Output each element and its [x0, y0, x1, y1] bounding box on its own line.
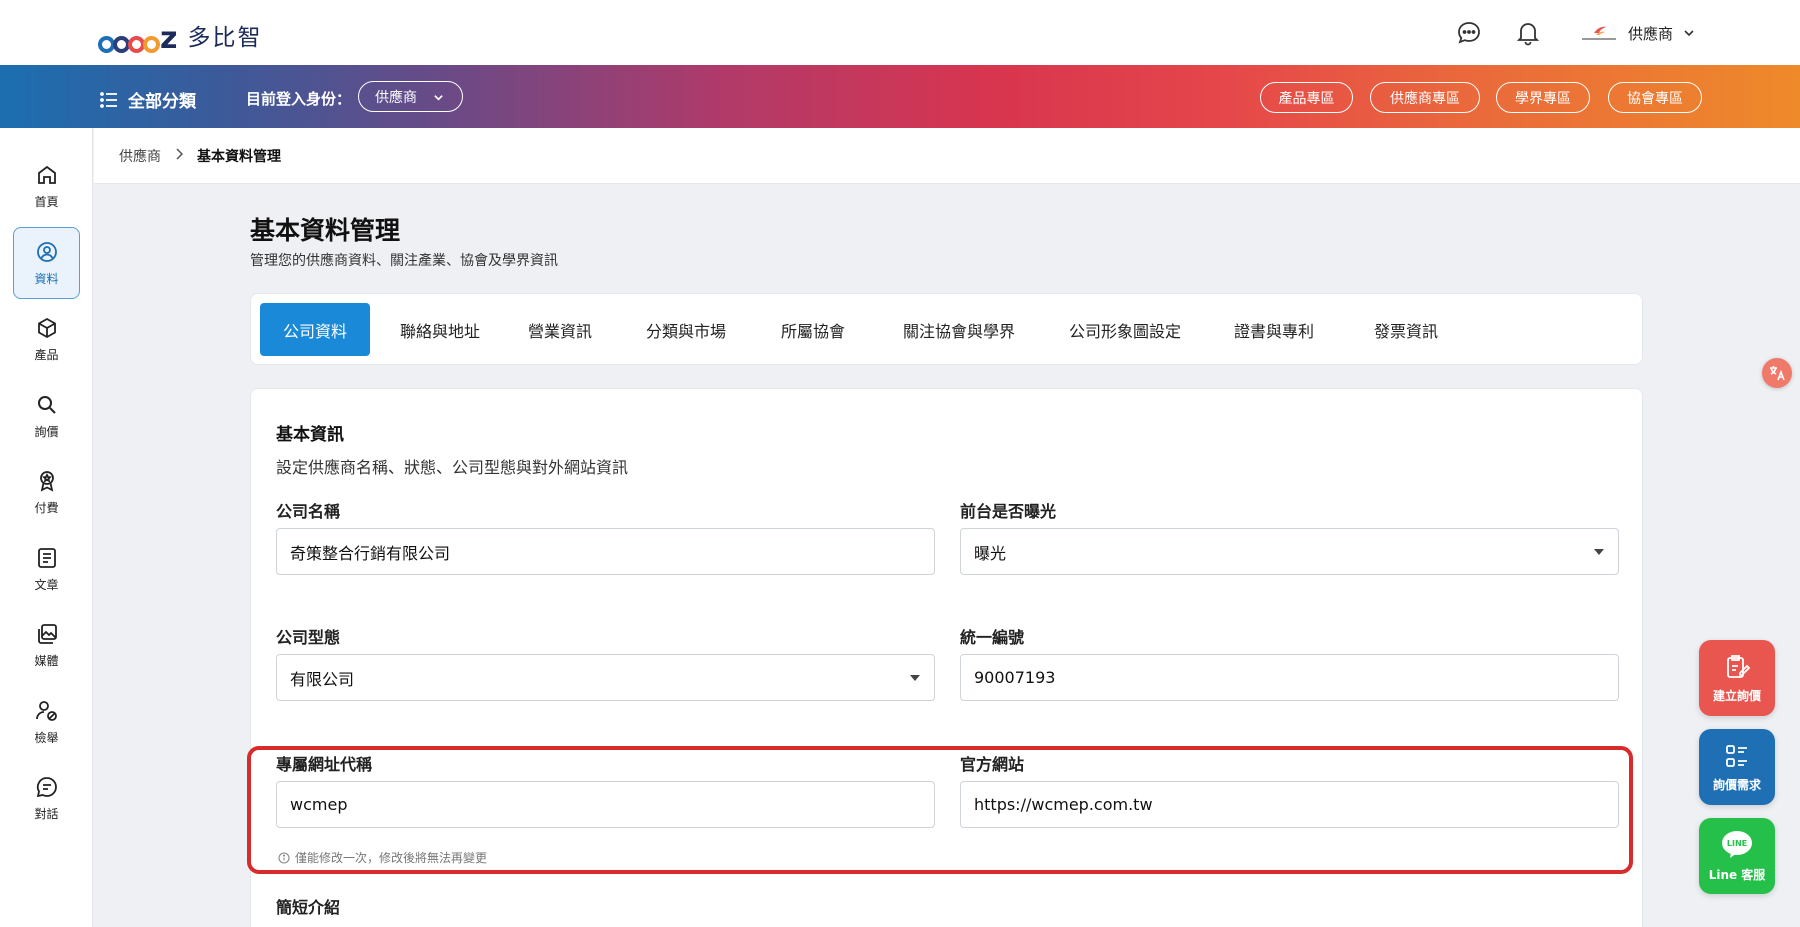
create-inquiry-button[interactable]: 建立詢價 [1699, 640, 1775, 716]
message-icon[interactable] [1455, 19, 1483, 47]
breadcrumb: 供應商 基本資料管理 [94, 128, 1800, 184]
chevron-right-icon [175, 147, 184, 164]
tab-business-info[interactable]: 營業資訊 [513, 303, 607, 356]
company-name-input[interactable]: 奇策整合行銷有限公司 [276, 528, 935, 575]
page-title: 基本資料管理 [250, 216, 401, 245]
inquiry-demand-label: 詢價需求 [1712, 777, 1761, 792]
section-title: 基本資訊 [276, 425, 344, 445]
tax-id-label: 統一編號 [960, 628, 1025, 647]
role-select[interactable]: 供應商 [358, 81, 463, 112]
sidebar-label: 資料 [34, 271, 59, 286]
sidebar-item-home[interactable]: 首頁 [13, 150, 80, 222]
nav-pill-associations[interactable]: 協會專區 [1608, 82, 1702, 113]
page-subtitle: 管理您的供應商資料、關注產業、協會及學界資訊 [250, 253, 558, 269]
dropdown-caret-icon [1594, 549, 1604, 555]
role-select-value: 供應商 [375, 89, 417, 106]
breadcrumb-parent[interactable]: 供應商 [119, 146, 161, 166]
sidebar-label: 首頁 [34, 194, 59, 209]
sidebar-label: 產品 [34, 347, 59, 362]
media-icon [37, 623, 57, 644]
report-user-icon [35, 700, 57, 721]
tab-company-image[interactable]: 公司形象圖設定 [1052, 303, 1198, 356]
sidebar-item-payment[interactable]: 付費 [13, 456, 80, 528]
sidebar-item-products[interactable]: 產品 [13, 303, 80, 375]
breadcrumb-current: 基本資料管理 [197, 148, 281, 165]
cube-icon [37, 317, 56, 338]
line-service-label: Line 客服 [1708, 867, 1766, 882]
tab-invoice[interactable]: 發票資訊 [1351, 303, 1461, 356]
company-name-value: 奇策整合行銷有限公司 [290, 543, 451, 563]
tab-certificates[interactable]: 證書與專利 [1219, 303, 1329, 356]
sidebar-item-profile[interactable]: 資料 [13, 227, 80, 299]
main-nav: 全部分類 目前登入身份： 供應商 產品專區 供應商專區 學界專區 協會專區 [0, 65, 1800, 128]
sidebar-label: 付費 [34, 500, 59, 515]
edit-clipboard-icon [1727, 654, 1751, 678]
exposure-select[interactable]: 曝光 [960, 528, 1619, 575]
sidebar-label: 文章 [34, 577, 59, 592]
company-type-select[interactable]: 有限公司 [276, 654, 935, 701]
line-service-button[interactable]: LINE Line 客服 [1699, 818, 1775, 894]
create-inquiry-label: 建立詢價 [1712, 688, 1761, 703]
dropdown-caret-icon [910, 675, 920, 681]
inquiry-demand-button[interactable]: 詢價需求 [1699, 729, 1775, 805]
tab-followed-associations[interactable]: 關注協會與學界 [886, 303, 1032, 356]
logo-text: 多比智 [187, 25, 263, 51]
user-circle-icon [36, 241, 57, 262]
list-grid-icon [1726, 744, 1747, 767]
sidebar-label: 詢價 [34, 424, 59, 439]
section-description: 設定供應商名稱、狀態、公司型態與對外網站資訊 [276, 458, 629, 477]
company-name-label: 公司名稱 [276, 502, 341, 521]
sidebar-label: 檢舉 [34, 730, 59, 745]
badge-icon [39, 470, 54, 492]
all-categories-label: 全部分類 [128, 92, 196, 112]
sidebar-item-inquiry[interactable]: 詢價 [13, 380, 80, 452]
all-categories-button[interactable]: 全部分類 [100, 87, 196, 112]
tab-association[interactable]: 所屬協會 [766, 303, 860, 356]
company-type-label: 公司型態 [276, 628, 341, 647]
exposure-label: 前台是否曝光 [960, 502, 1057, 521]
chevron-down-icon [434, 95, 443, 101]
nav-pill-suppliers[interactable]: 供應商專區 [1370, 82, 1480, 113]
bell-icon[interactable] [1514, 19, 1542, 47]
document-icon [37, 547, 56, 568]
intro-label: 簡短介紹 [276, 898, 341, 917]
home-icon [37, 165, 56, 184]
translate-icon [1770, 366, 1785, 381]
tab-contact-address[interactable]: 聯絡與地址 [385, 303, 495, 356]
highlight-annotation [247, 746, 1633, 874]
line-logo-text: LINE [1726, 839, 1748, 848]
company-type-value: 有限公司 [290, 669, 355, 689]
tab-category-market[interactable]: 分類與市場 [631, 303, 741, 356]
chat-icon [36, 776, 57, 797]
sidebar-label: 對話 [34, 806, 59, 821]
company-avatar [1578, 23, 1620, 43]
login-as-label: 目前登入身份： [246, 90, 352, 108]
tax-id-input[interactable]: 90007193 [960, 654, 1619, 701]
exposure-value: 曝光 [974, 543, 1007, 563]
list-icon [100, 91, 117, 108]
user-menu[interactable]: 供應商 [1578, 20, 1695, 46]
top-header: z 多比智 供應商 [0, 0, 1800, 65]
search-icon [37, 395, 56, 414]
sidebar-item-articles[interactable]: 文章 [13, 533, 80, 605]
logo-mark: z [98, 17, 177, 54]
tab-bar: 公司資料 聯絡與地址 營業資訊 分類與市場 所屬協會 關注協會與學界 公司形象圖… [250, 293, 1643, 365]
site-logo[interactable]: z 多比智 [98, 16, 262, 54]
sidebar-item-media[interactable]: 媒體 [13, 609, 80, 681]
sidebar-item-report[interactable]: 檢舉 [13, 686, 80, 758]
chevron-down-icon [1684, 30, 1694, 37]
sidebar-label: 媒體 [34, 653, 59, 668]
nav-pill-academia[interactable]: 學界專區 [1496, 82, 1590, 113]
translate-button[interactable] [1762, 358, 1792, 388]
user-name: 供應商 [1628, 24, 1674, 43]
sidebar: 首頁 資料 產品 詢價 付費 文章 媒體 檢舉 對話 [0, 128, 93, 927]
tax-id-value: 90007193 [974, 668, 1056, 687]
nav-pill-products[interactable]: 產品專區 [1260, 82, 1353, 113]
sidebar-item-chat[interactable]: 對話 [13, 762, 80, 834]
tab-company-info[interactable]: 公司資料 [260, 303, 370, 356]
